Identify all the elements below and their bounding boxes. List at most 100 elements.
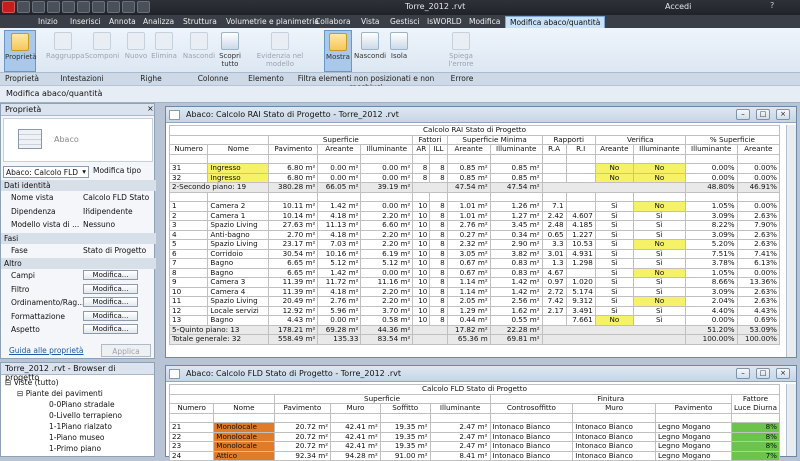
table-cell[interactable]: 0.00 m²	[360, 201, 414, 212]
table-cell[interactable]: 5.20%	[684, 239, 738, 250]
column-header[interactable]: Muro	[330, 403, 381, 414]
vertical-scrollbar[interactable]	[786, 125, 796, 357]
table-cell[interactable]: 42.41 m²	[330, 441, 381, 452]
table-cell[interactable]: 8	[429, 239, 448, 250]
table-cell[interactable]: 1.020	[565, 277, 596, 288]
table-cell[interactable]: 13.36%	[736, 277, 781, 288]
table-cell[interactable]: Sì	[632, 277, 686, 288]
table-cell[interactable]: No	[632, 201, 686, 212]
table-cell[interactable]: 0.00 m²	[360, 163, 414, 174]
table-cell[interactable]: No	[632, 163, 686, 174]
table-cell[interactable]: 8	[429, 315, 448, 326]
table-cell[interactable]: 8%	[731, 422, 780, 433]
table-cell[interactable]: No	[594, 172, 634, 183]
table-cell[interactable]: 1	[168, 201, 209, 212]
summary-cell[interactable]: 39.19 m²	[360, 182, 414, 193]
3d-view-icon[interactable]	[137, 1, 150, 13]
table-cell[interactable]: Intonaco Bianco	[489, 450, 574, 461]
help-icon[interactable]: ?	[770, 1, 774, 10]
table-cell[interactable]: 3.78%	[684, 258, 738, 269]
maximize-button[interactable]: □	[756, 109, 770, 120]
table-cell[interactable]: 2.20 m²	[360, 296, 414, 307]
table-cell[interactable]: 0.00%	[684, 163, 738, 174]
table-cell[interactable]: 2.20 m²	[360, 239, 414, 250]
table-cell[interactable]: No	[594, 163, 634, 174]
tab-modifica[interactable]: Modifica	[465, 16, 504, 28]
table-cell[interactable]: 10	[412, 201, 431, 212]
table-cell[interactable]: 0.69%	[736, 315, 781, 326]
table-cell[interactable]: 19.35 m²	[379, 441, 431, 452]
summary-cell[interactable]: 558.49 m²	[268, 334, 319, 345]
table-row[interactable]: 9 Camera 3 11.39 m² 11.72 m² 11.16 m² 10 8 1.14…	[168, 277, 781, 288]
table-cell[interactable]: 23.17 m²	[268, 239, 319, 250]
minimize-button[interactable]: –	[736, 109, 750, 120]
table-cell[interactable]: 27.63 m²	[268, 220, 319, 231]
table-cell[interactable]: 2.48	[541, 220, 567, 231]
table-cell[interactable]: 0.00%	[736, 201, 781, 212]
column-header[interactable]: Pavimento	[273, 403, 332, 414]
table-cell[interactable]: 1.14 m²	[446, 277, 491, 288]
property-group-header[interactable]: Altro	[1, 258, 156, 269]
property-row[interactable]: Nome vista Calcolo FLD Stato ...	[1, 192, 156, 211]
table-cell[interactable]: 13	[168, 315, 209, 326]
column-header[interactable]: AR	[412, 144, 431, 155]
table-cell[interactable]: 11.72 m²	[317, 277, 362, 288]
table-cell[interactable]: 1.05%	[684, 201, 738, 212]
table-cell[interactable]: 8	[429, 163, 448, 174]
tab-vista[interactable]: Vista	[357, 16, 384, 28]
table-cell[interactable]: 5.12 m²	[360, 258, 414, 269]
column-header[interactable]: Pavimento	[654, 403, 733, 414]
table-cell[interactable]: 6.60 m²	[360, 220, 414, 231]
table-row[interactable]: 11 Spazio Living 20.49 m² 2.76 m² 2.20 m² 10 8…	[168, 296, 781, 307]
summary-cell[interactable]: 48.80%	[684, 182, 738, 193]
column-header[interactable]: Numero	[168, 144, 209, 155]
table-cell[interactable]	[565, 172, 596, 183]
tree-node-piante[interactable]: ⊟ Piante dei pavimenti	[17, 389, 103, 398]
tab-struttura[interactable]: Struttura	[179, 16, 221, 28]
properties-help-link[interactable]: Guida alle proprietà	[9, 346, 84, 355]
summary-cell[interactable]: 380.28 m²	[268, 182, 319, 193]
table-cell[interactable]: 0.00%	[684, 315, 738, 326]
unhide-all-button[interactable]: Scopri tutto	[216, 30, 244, 68]
table-cell[interactable]: 2.90 m²	[489, 239, 543, 250]
show-button[interactable]: Mostra	[324, 30, 352, 72]
table-cell[interactable]: 6.13%	[736, 258, 781, 269]
table-cell[interactable]: 5.12 m²	[317, 258, 362, 269]
property-row[interactable]: Modello vista di ... Nessuno	[1, 219, 156, 230]
hide-column-button[interactable]: Nascondi	[182, 30, 216, 60]
table-cell[interactable]: 8	[429, 201, 448, 212]
table-cell[interactable]: 10	[412, 296, 431, 307]
table-cell[interactable]: Sì	[594, 277, 634, 288]
column-header[interactable]: Illuminante	[360, 144, 414, 155]
table-cell[interactable]: 8.41 m²	[429, 450, 491, 461]
table-row[interactable]: 3 Spazio Living 27.63 m² 11.13 m² 6.60 m² 10 8…	[168, 220, 781, 231]
property-row[interactable]: Dipendenza Indipendente	[1, 206, 156, 217]
tree-node-viste[interactable]: ⊟ Viste (tutto)	[5, 378, 59, 387]
table-cell[interactable]: 0.67 m²	[446, 258, 491, 269]
table-cell[interactable]: 11.16 m²	[360, 277, 414, 288]
table-cell[interactable]: Monolocale	[213, 441, 275, 452]
table-row[interactable]: 1 Camera 2 10.11 m² 1.42 m² 0.00 m² 10 8 1.01 m…	[168, 201, 781, 212]
close-button[interactable]: ×	[776, 368, 790, 379]
column-header[interactable]: Illuminante	[684, 144, 738, 155]
column-header[interactable]: Nome	[207, 144, 270, 155]
table-cell[interactable]: 2.63%	[736, 239, 781, 250]
table-cell[interactable]	[541, 163, 567, 174]
table-cell[interactable]: 20.49 m²	[268, 296, 319, 307]
table-cell[interactable]: 7	[168, 258, 209, 269]
table-cell[interactable]: 4.43 m²	[268, 315, 319, 326]
delete-row-button[interactable]: Elimina	[150, 30, 178, 60]
table-cell[interactable]: 7.661	[565, 315, 596, 326]
hide-button[interactable]: Nascondi	[354, 30, 386, 60]
measure-icon[interactable]	[92, 1, 105, 13]
summary-cell[interactable]: 100.00%	[684, 334, 738, 345]
table-cell[interactable]: 2.47 m²	[429, 441, 491, 452]
column-header[interactable]: Areante	[736, 144, 781, 155]
table-cell[interactable]: Intonaco Bianco	[489, 422, 574, 433]
table-cell[interactable]: 0.83 m²	[489, 258, 543, 269]
table-cell[interactable]: 1.42 m²	[317, 201, 362, 212]
print-icon[interactable]	[77, 1, 90, 13]
table-row[interactable]: 24 Attico 92.34 m² 94.28 m² 91.00 m² 8.41 m² I…	[168, 450, 780, 461]
tab-isworld[interactable]: IsWORLD	[423, 16, 466, 28]
table-cell[interactable]: 1.01 m²	[446, 201, 491, 212]
